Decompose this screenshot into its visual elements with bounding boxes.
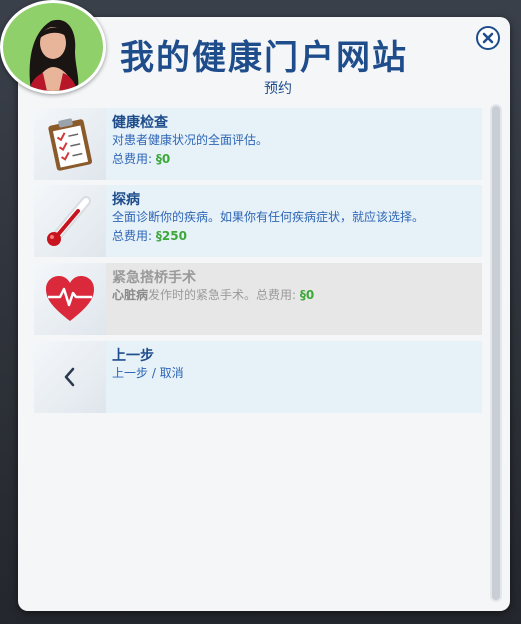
cost-label: 总费用:	[112, 229, 153, 243]
item-cost: 总费用: §250	[112, 227, 424, 244]
item-description: 上一步 / 取消	[112, 366, 184, 380]
description-emphasis: 心脏病	[112, 288, 149, 302]
item-name: 探病	[112, 192, 140, 208]
cost-label: 总费用:	[112, 152, 153, 166]
item-name: 紧急搭桥手术	[112, 270, 196, 286]
sim-avatar	[0, 0, 106, 94]
menu-item-diagnosis[interactable]: 探病 全面诊断你的疾病。如果你有任何疾病症状，就应该选择。 总费用: §250	[34, 185, 482, 257]
description-text: 发作时的紧急手术。总费用:	[148, 288, 297, 302]
menu-item-health-check[interactable]: 健康检查 对患者健康状况的全面评估。 总费用: §0	[34, 108, 482, 180]
chevron-left-icon	[34, 341, 106, 413]
item-name: 上一步	[112, 348, 154, 364]
item-name: 健康检查	[112, 115, 168, 131]
menu-item-back[interactable]: 上一步 上一步 / 取消	[34, 341, 482, 413]
simoleon-amount: §0	[156, 152, 170, 166]
clipboard-icon	[34, 108, 106, 180]
item-description: 心脏病发作时的紧急手术。总费用: §0	[112, 286, 314, 303]
heart-monitor-icon	[34, 263, 106, 335]
item-description: 全面诊断你的疾病。如果你有任何疾病症状，就应该选择。	[112, 210, 425, 224]
scrollbar-thumb[interactable]	[492, 106, 500, 600]
close-button[interactable]	[476, 26, 500, 50]
cost-value: 250	[161, 229, 187, 243]
page-title: 我的健康门户网站	[120, 38, 408, 78]
item-description: 对患者健康状况的全面评估。	[112, 133, 269, 147]
close-icon	[482, 32, 494, 44]
simoleon-amount: §0	[300, 288, 314, 302]
menu-item-emergency-bypass: 紧急搭桥手术 心脏病发作时的紧急手术。总费用: §0	[34, 263, 482, 335]
cost-value: 0	[305, 288, 315, 302]
simoleon-amount: §250	[156, 229, 187, 243]
cost-value: 0	[161, 152, 171, 166]
scrollbar[interactable]	[490, 104, 502, 602]
item-cost: 总费用: §0	[112, 150, 268, 167]
page-subtitle: 预约	[264, 81, 292, 97]
thermometer-icon	[34, 185, 106, 257]
